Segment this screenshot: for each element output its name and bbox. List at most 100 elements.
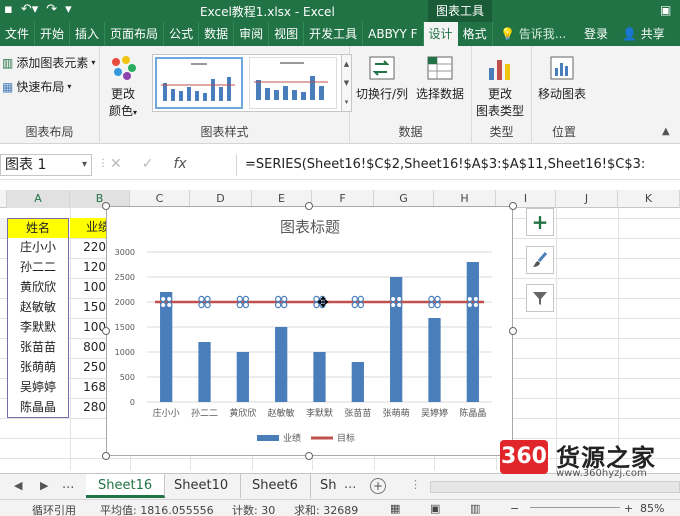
cell-name[interactable]: 庄小小 <box>7 238 69 258</box>
quick-layout-button[interactable]: ▦ 快速布局 ▾ <box>2 78 71 95</box>
save-icon[interactable]: ▪ <box>4 2 13 17</box>
resize-handle[interactable] <box>102 327 110 335</box>
tab-abbyy[interactable]: ABBYY F <box>363 22 424 46</box>
sheet-next-icon[interactable]: ▶ <box>40 479 48 492</box>
tab-file[interactable]: 文件 <box>0 22 36 46</box>
add-chart-element-button[interactable]: ▥ 添加图表元素 ▾ <box>2 54 95 71</box>
bar[interactable] <box>275 327 288 402</box>
chart-style-2[interactable] <box>249 57 337 109</box>
bar[interactable] <box>351 362 364 402</box>
cell-name[interactable]: 李默默 <box>7 318 69 338</box>
select-data-button[interactable]: 选择数据 <box>416 54 464 102</box>
cell-value[interactable]: 220 <box>70 238 108 258</box>
chart-style-1[interactable] <box>155 57 243 109</box>
customize-qat-icon[interactable]: ▾ <box>65 2 72 17</box>
bar[interactable] <box>236 352 249 402</box>
cell-value[interactable]: 250 <box>70 358 108 378</box>
name-box[interactable]: 图表 1 ▾ <box>0 154 92 176</box>
cell-value[interactable]: 100 <box>70 278 108 298</box>
bar[interactable] <box>466 262 479 402</box>
tab-page-layout[interactable]: 页面布局 <box>105 22 165 46</box>
cell-value[interactable]: 120 <box>70 258 108 278</box>
page-break-view-icon[interactable]: ▥ <box>470 502 480 515</box>
login-link[interactable]: 登录 <box>584 22 608 46</box>
chart-title[interactable]: 图表标题 <box>280 218 340 236</box>
change-chart-type-button[interactable]: 更改 图表类型 <box>476 54 524 119</box>
cell-name[interactable]: 张萌萌 <box>7 358 69 378</box>
sheet-prev-icon[interactable]: ◀ <box>14 479 22 492</box>
zoom-out-icon[interactable]: − <box>510 502 519 515</box>
move-chart-button[interactable]: 移动图表 <box>538 54 586 102</box>
zoom-in-icon[interactable]: + <box>624 502 633 515</box>
cell-name[interactable]: 孙二二 <box>7 258 69 278</box>
cancel-icon[interactable]: ✕ <box>110 156 122 172</box>
tab-insert[interactable]: 插入 <box>70 22 106 46</box>
undo-icon[interactable]: ↶▾ <box>21 2 38 17</box>
enter-icon[interactable]: ✓ <box>142 156 154 172</box>
cell-a2[interactable]: 姓名 <box>7 218 69 238</box>
chart-object[interactable]: 图表标题 0 500 1000 1500 2000 2500 3000 庄小小 孙二二 黄欣欣 赵敏敏… <box>106 206 513 456</box>
sheet-more-left[interactable]: ... <box>62 477 74 492</box>
resize-handle[interactable] <box>102 452 110 460</box>
column-header-k[interactable]: K <box>618 190 680 208</box>
chart-elements-button[interactable]: + <box>526 208 554 236</box>
tab-view[interactable]: 视图 <box>269 22 305 46</box>
cell-name[interactable]: 吴婷婷 <box>7 378 69 398</box>
cell-name[interactable]: 陈晶晶 <box>7 398 69 418</box>
select-all-corner[interactable] <box>0 190 7 208</box>
collapse-ribbon-icon[interactable]: ▲ <box>662 126 670 137</box>
tab-review[interactable]: 审阅 <box>234 22 270 46</box>
resize-handle[interactable] <box>509 202 517 210</box>
cell-value[interactable]: 168 <box>70 378 108 398</box>
chart-plot[interactable]: 图表标题 0 500 1000 1500 2000 2500 3000 庄小小 孙二二 黄欣欣 赵敏敏… <box>107 207 514 457</box>
tell-me-search[interactable]: 💡 告诉我... <box>500 22 566 46</box>
tab-data[interactable]: 数据 <box>199 22 235 46</box>
zoom-level[interactable]: 85% <box>640 502 664 515</box>
cell-name[interactable]: 张苗苗 <box>7 338 69 358</box>
bar[interactable] <box>390 277 403 402</box>
switch-row-column-button[interactable]: 切换行/列 <box>356 54 408 102</box>
tab-home[interactable]: 开始 <box>35 22 71 46</box>
resize-handle[interactable] <box>509 327 517 335</box>
change-colors-button[interactable]: 更改 颜色▾ <box>108 54 138 119</box>
cell-value[interactable]: 280 <box>70 398 108 418</box>
chart-styles-button[interactable] <box>526 246 554 274</box>
cell-name[interactable]: 赵敏敏 <box>7 298 69 318</box>
tab-formulas[interactable]: 公式 <box>164 22 200 46</box>
name-box-dropdown-icon[interactable]: ▾ <box>82 155 87 175</box>
page-layout-view-icon[interactable]: ▣ <box>430 502 440 515</box>
bar[interactable] <box>198 342 211 402</box>
ribbon-display-options-icon[interactable]: ▣ <box>660 3 671 17</box>
share-button[interactable]: 👤 共享 <box>622 22 665 46</box>
sheet-tab-sh[interactable]: Sh <box>308 474 349 498</box>
resize-handle[interactable] <box>305 452 313 460</box>
tab-split-grip-icon[interactable]: ⋮ <box>410 478 421 491</box>
sheet-more-right[interactable]: ... <box>344 477 356 492</box>
redo-icon[interactable]: ↷ <box>46 2 57 17</box>
sheet-tab-sheet6[interactable]: Sheet6 <box>240 474 311 498</box>
column-header-a[interactable]: A <box>7 190 70 208</box>
chart-filters-button[interactable] <box>526 284 554 312</box>
tab-design[interactable]: 设计 <box>423 22 458 46</box>
normal-view-icon[interactable]: ▦ <box>390 502 400 515</box>
zoom-slider[interactable] <box>530 507 620 508</box>
resize-handle[interactable] <box>305 202 313 210</box>
add-sheet-button[interactable]: + <box>370 478 386 494</box>
sheet-tab-sheet10[interactable]: Sheet10 <box>162 474 242 498</box>
tab-format[interactable]: 格式 <box>458 22 493 46</box>
cell-name[interactable]: 黄欣欣 <box>7 278 69 298</box>
cell-b2[interactable]: 业绩 <box>70 218 108 238</box>
cell-value[interactable]: 150 <box>70 298 108 318</box>
tab-developer[interactable]: 开发工具 <box>304 22 364 46</box>
bar[interactable] <box>313 352 326 402</box>
cell-value[interactable]: 800 <box>70 338 108 358</box>
formula-input[interactable]: =SERIES(Sheet16!$C$2,Sheet16!$A$3:$A$11,… <box>236 154 676 176</box>
sheet-tab-sheet16[interactable]: Sheet16 <box>86 474 166 498</box>
resize-handle[interactable] <box>102 202 110 210</box>
insert-function-icon[interactable]: fx <box>173 156 186 172</box>
bar[interactable] <box>160 292 173 402</box>
column-header-j[interactable]: J <box>556 190 618 208</box>
horizontal-scrollbar[interactable] <box>430 481 680 493</box>
bar[interactable] <box>428 318 441 402</box>
chart-style-gallery[interactable] <box>152 54 342 112</box>
